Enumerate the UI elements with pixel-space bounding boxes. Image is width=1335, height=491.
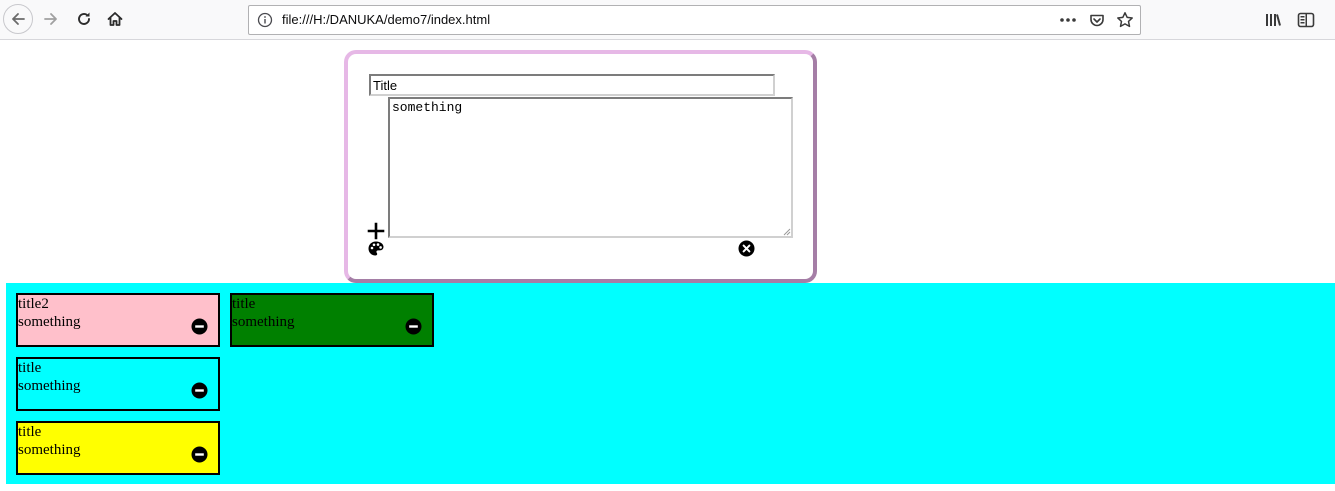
note-title: title: [18, 424, 42, 440]
note-title-input[interactable]: [369, 74, 775, 96]
sidebar-icon: [1297, 12, 1315, 28]
note-card[interactable]: title something: [16, 421, 220, 475]
note-title: title2: [18, 296, 49, 312]
arrow-left-icon: [12, 13, 25, 25]
ellipsis-icon: [1060, 18, 1076, 22]
note-editor: something: [344, 50, 817, 283]
note-title: title: [232, 296, 256, 312]
reload-icon: [78, 12, 90, 25]
note-body: something: [18, 378, 81, 394]
address-bar[interactable]: file:///H:/DANUKA/demo7/index.html: [248, 5, 1141, 35]
palette-icon[interactable]: [367, 240, 385, 258]
plus-icon[interactable]: [367, 222, 385, 240]
notes-board: title2 something title something title s…: [6, 283, 1335, 484]
back-button[interactable]: [3, 4, 33, 34]
pocket-icon: [1090, 14, 1104, 27]
sidebar-button[interactable]: [1296, 10, 1316, 30]
note-card[interactable]: title2 something: [16, 293, 220, 347]
note-body-textarea[interactable]: something: [388, 97, 793, 238]
reload-button[interactable]: [69, 4, 99, 34]
resize-grip-icon[interactable]: [782, 227, 791, 236]
close-circle-icon[interactable]: [738, 240, 755, 257]
star-icon: [1117, 12, 1133, 28]
note-body: something: [18, 314, 81, 330]
minus-circle-icon[interactable]: [191, 318, 208, 335]
note-title: title: [18, 360, 42, 376]
browser-toolbar: file:///H:/DANUKA/demo7/index.html: [0, 0, 1335, 40]
note-card[interactable]: title something: [230, 293, 434, 347]
note-body: something: [18, 442, 81, 458]
page-actions-button[interactable]: [1058, 11, 1078, 29]
minus-circle-icon[interactable]: [191, 382, 208, 399]
forward-button[interactable]: [36, 4, 66, 34]
minus-circle-icon[interactable]: [191, 446, 208, 463]
arrow-right-icon: [44, 13, 57, 25]
minus-circle-icon[interactable]: [405, 318, 422, 335]
bookmark-button[interactable]: [1115, 11, 1135, 29]
library-button[interactable]: [1263, 10, 1283, 30]
url-text[interactable]: file:///H:/DANUKA/demo7/index.html: [282, 12, 490, 28]
pocket-button[interactable]: [1087, 11, 1107, 29]
info-icon[interactable]: [257, 12, 273, 28]
note-card[interactable]: title something: [16, 357, 220, 411]
note-body: something: [232, 314, 295, 330]
home-icon: [107, 12, 123, 26]
library-icon: [1266, 14, 1281, 26]
home-button[interactable]: [100, 4, 130, 34]
